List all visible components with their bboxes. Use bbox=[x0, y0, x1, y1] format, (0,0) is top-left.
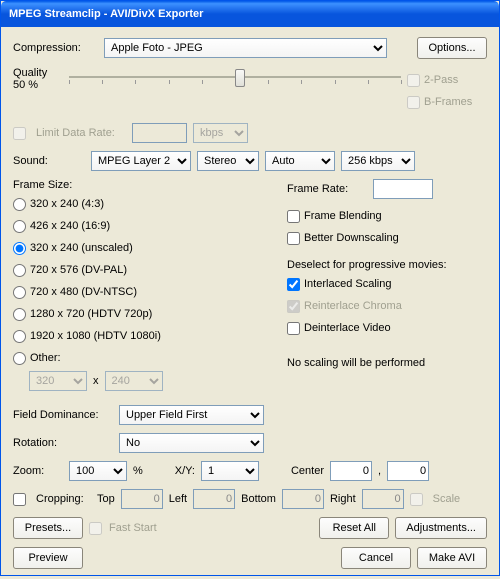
crop-bottom-input bbox=[282, 489, 324, 509]
scaling-note: No scaling will be performed bbox=[287, 357, 487, 369]
reinterlace-checkbox bbox=[287, 300, 300, 313]
limit-rate-unit: kbps bbox=[193, 123, 248, 143]
fs-radio-3[interactable] bbox=[13, 264, 26, 277]
cropping-label: Cropping: bbox=[36, 493, 91, 505]
crop-top-input bbox=[121, 489, 163, 509]
b-frames-checkbox bbox=[407, 96, 420, 109]
sound-bitrate-select[interactable]: 256 kbps bbox=[341, 151, 415, 171]
limit-rate-label: Limit Data Rate: bbox=[36, 127, 126, 139]
adjustments-button[interactable]: Adjustments... bbox=[395, 517, 487, 539]
frame-rate-input[interactable] bbox=[373, 179, 433, 199]
rotation-select[interactable]: No bbox=[119, 433, 264, 453]
sound-mode-select[interactable]: Auto bbox=[265, 151, 335, 171]
sound-label: Sound: bbox=[13, 155, 85, 167]
compression-label: Compression: bbox=[13, 42, 98, 54]
cropping-checkbox[interactable] bbox=[13, 493, 26, 506]
sound-codec-select[interactable]: MPEG Layer 2 bbox=[91, 151, 191, 171]
fs-radio-6[interactable] bbox=[13, 330, 26, 343]
interlaced-checkbox[interactable] bbox=[287, 278, 300, 291]
fs-radio-0[interactable] bbox=[13, 198, 26, 211]
fs-radio-2[interactable] bbox=[13, 242, 26, 255]
preview-button[interactable]: Preview bbox=[13, 547, 83, 569]
xy-label: X/Y: bbox=[175, 465, 195, 477]
deinterlace-checkbox[interactable] bbox=[287, 322, 300, 335]
frame-size-group: 320 x 240 (4:3) 426 x 240 (16:9) 320 x 2… bbox=[13, 191, 267, 371]
field-dominance-label: Field Dominance: bbox=[13, 409, 113, 421]
xy-select[interactable]: 1 bbox=[201, 461, 259, 481]
custom-height-select: 240 bbox=[105, 371, 163, 391]
scale-checkbox bbox=[410, 493, 423, 506]
cancel-button[interactable]: Cancel bbox=[341, 547, 411, 569]
crop-right-input bbox=[362, 489, 404, 509]
zoom-select[interactable]: 100 bbox=[69, 461, 127, 481]
window-title: MPEG Streamclip - AVI/DivX Exporter bbox=[9, 8, 203, 20]
center-label: Center bbox=[291, 465, 324, 477]
quality-slider[interactable] bbox=[69, 67, 401, 87]
title-bar: MPEG Streamclip - AVI/DivX Exporter bbox=[1, 1, 499, 27]
compression-select[interactable]: Apple Foto - JPEG bbox=[104, 38, 387, 58]
custom-width-select: 320 bbox=[29, 371, 87, 391]
center-y-input[interactable] bbox=[387, 461, 429, 481]
options-button[interactable]: Options... bbox=[417, 37, 487, 59]
center-x-input[interactable] bbox=[330, 461, 372, 481]
reset-button[interactable]: Reset All bbox=[319, 517, 389, 539]
deselect-label: Deselect for progressive movies: bbox=[287, 259, 487, 271]
fs-radio-1[interactable] bbox=[13, 220, 26, 233]
presets-button[interactable]: Presets... bbox=[13, 517, 83, 539]
fast-start-checkbox bbox=[89, 522, 102, 535]
better-downscale-checkbox[interactable] bbox=[287, 232, 300, 245]
b-frames-label: B-Frames bbox=[424, 96, 472, 108]
quality-label: Quality bbox=[13, 67, 63, 79]
limit-rate-input bbox=[132, 123, 187, 143]
two-pass-label: 2-Pass bbox=[424, 74, 458, 86]
rotation-label: Rotation: bbox=[13, 437, 113, 449]
frame-rate-label: Frame Rate: bbox=[287, 183, 367, 195]
fs-radio-4[interactable] bbox=[13, 286, 26, 299]
crop-left-input bbox=[193, 489, 235, 509]
field-dominance-select[interactable]: Upper Field First bbox=[119, 405, 264, 425]
fs-radio-5[interactable] bbox=[13, 308, 26, 321]
frame-blending-checkbox[interactable] bbox=[287, 210, 300, 223]
make-avi-button[interactable]: Make AVI bbox=[417, 547, 487, 569]
sound-channels-select[interactable]: Stereo bbox=[197, 151, 259, 171]
zoom-label: Zoom: bbox=[13, 465, 63, 477]
fs-radio-7[interactable] bbox=[13, 352, 26, 365]
frame-size-label: Frame Size: bbox=[13, 179, 267, 191]
quality-value: 50 % bbox=[13, 79, 63, 91]
limit-rate-checkbox bbox=[13, 127, 26, 140]
two-pass-checkbox bbox=[407, 74, 420, 87]
